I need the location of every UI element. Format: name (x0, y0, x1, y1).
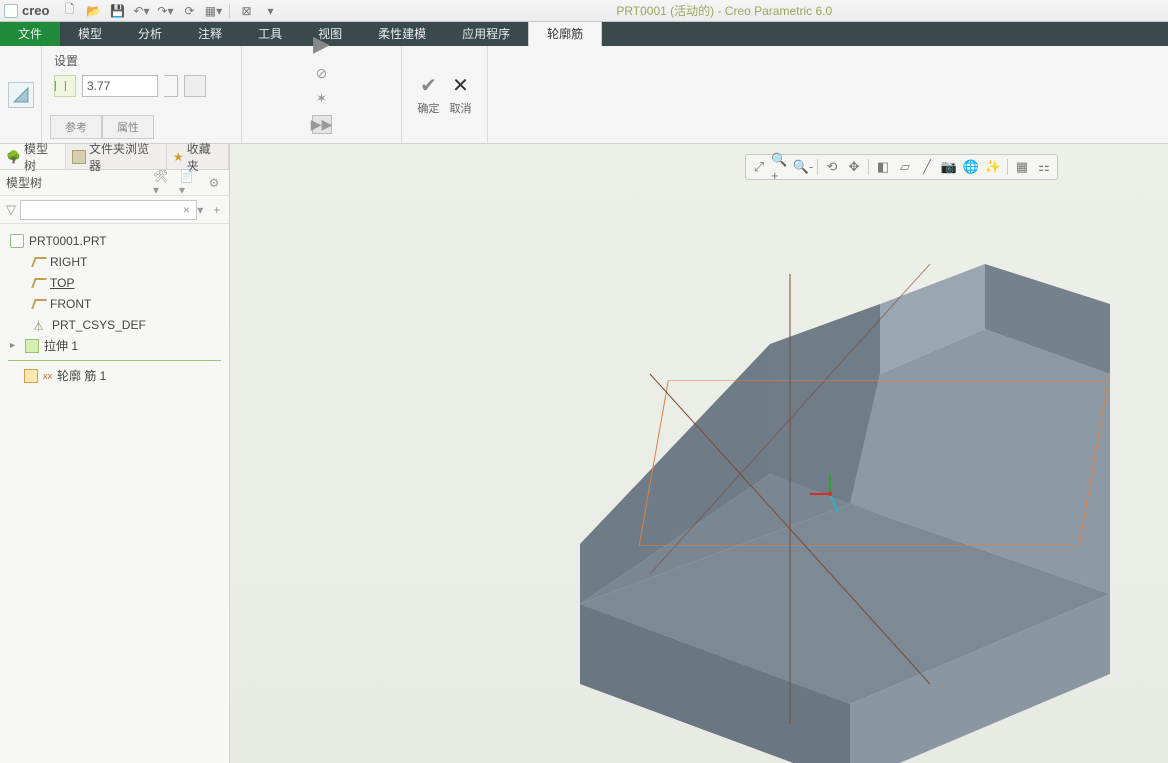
rg-preview: ▶ ⊘ ✶ ▶▶ 👓 (242, 46, 402, 143)
thickness-spinner[interactable] (164, 75, 178, 97)
tree-root[interactable]: PRT0001.PRT (0, 230, 229, 251)
menu-flex[interactable]: 柔性建模 (360, 22, 444, 46)
menu-view[interactable]: 视图 (300, 22, 360, 46)
tree-header: 模型树 🛠▾ 📄▾ ⚙ (0, 170, 229, 196)
plane-icon (31, 257, 47, 267)
model-tree: PRT0001.PRT RIGHT TOP FRONT ⏃ PRT_CSYS_D… (0, 224, 229, 392)
filter-dropdown-icon[interactable]: ▾ (194, 203, 206, 217)
regenerate-icon[interactable]: ⟳ (179, 2, 199, 20)
menu-apps[interactable]: 应用程序 (444, 22, 528, 46)
save-icon[interactable]: 💾 (107, 2, 127, 20)
tree-plane-right[interactable]: RIGHT (0, 251, 229, 272)
tree-extrude[interactable]: ▸ 拉伸 1 (0, 335, 229, 356)
ribbon: 设置 ⎸⎸ 参考 属性 ▶ ⊘ ✶ ▶▶ 👓 ✔ 确定 ✕ 取消 (0, 46, 1168, 144)
rg-confirm: ✔ 确定 ✕ 取消 (402, 46, 488, 143)
plane-front-label: FRONT (50, 297, 91, 311)
settings-label: 设置 (54, 52, 233, 69)
star-icon: ★ (173, 150, 184, 164)
csys-icon: ⏃ (33, 318, 47, 332)
tree-show-icon[interactable]: 📄▾ (179, 174, 197, 192)
thickness-icon[interactable]: ⎸⎸ (54, 75, 76, 97)
subtab-references[interactable]: 参考 (50, 115, 102, 139)
rg-settings: 设置 ⎸⎸ 参考 属性 (42, 46, 242, 143)
check-icon: ✔ (420, 73, 437, 98)
menu-tools[interactable]: 工具 (240, 22, 300, 46)
rib-label: 轮廓 筋 1 (57, 367, 106, 384)
tree-title: 模型树 (6, 174, 145, 191)
cancel-button[interactable]: ✕ 取消 (450, 73, 472, 116)
cancel-label: 取消 (450, 100, 472, 116)
open-file-icon[interactable]: 📂 (83, 2, 103, 20)
flip-icon[interactable] (184, 75, 206, 97)
filter-add-icon[interactable]: + (211, 203, 223, 217)
window-title: PRT0001 (活动的) - Creo Parametric 6.0 (284, 2, 1164, 19)
folder-icon (72, 150, 86, 164)
sidetab-label-1: 文件夹浏览器 (89, 140, 160, 174)
plane-icon (31, 278, 47, 288)
tree-plane-top[interactable]: TOP (0, 272, 229, 293)
extrude-icon (25, 339, 39, 353)
sidetab-folder-browser[interactable]: 文件夹浏览器 (66, 144, 167, 169)
ok-label: 确定 (418, 100, 440, 116)
tree-root-label: PRT0001.PRT (29, 234, 107, 248)
expand-icon[interactable]: ▸ (10, 340, 20, 351)
close-window-icon[interactable]: ⊠ (236, 2, 256, 20)
filter-row: ▽ × ▾ + (0, 196, 229, 224)
tree-insert-marker (8, 360, 221, 361)
tree-icon: 🌳 (6, 150, 21, 164)
filter-icon[interactable]: ▽ (6, 202, 16, 218)
tree-rib[interactable]: xx 轮廓 筋 1 (0, 365, 229, 386)
menu-rib-profile[interactable]: 轮廓筋 (528, 22, 602, 46)
tree-settings-icon[interactable]: ⚙ (205, 174, 223, 192)
plane-right-label: RIGHT (50, 255, 87, 269)
subtab-properties[interactable]: 属性 (102, 115, 154, 139)
menu-analysis[interactable]: 分析 (120, 22, 180, 46)
qa-separator (229, 4, 230, 18)
plane-icon (31, 299, 47, 309)
tree-plane-front[interactable]: FRONT (0, 293, 229, 314)
sidetab-favorites[interactable]: ★ 收藏夹 (167, 144, 229, 169)
undo-icon[interactable]: ↶▾ (131, 2, 151, 20)
x-icon: ✕ (452, 73, 469, 98)
model-3d (230, 144, 1168, 763)
plane-top-label: TOP (50, 276, 74, 290)
csys-label: PRT_CSYS_DEF (52, 318, 146, 332)
feature-preview-icon[interactable]: ▶▶ (312, 115, 332, 134)
clear-filter-icon[interactable]: × (183, 203, 190, 217)
canvas-3d-view[interactable]: ⤢ 🔍+ 🔍- ⟲ ✥ ◧ ▱ ╱ 📷 🌐 ✨ ▦ ⚏ (230, 144, 1168, 763)
title-bar: creo 🗋 📂 💾 ↶▾ ↷▾ ⟳ ▦▾ ⊠ ▾ PRT0001 (活动的) … (0, 0, 1168, 22)
play-icon[interactable]: ▶ (313, 31, 330, 57)
extrude-label: 拉伸 1 (44, 337, 78, 354)
workspace: 🌳 模型树 文件夹浏览器 ★ 收藏夹 模型树 🛠▾ 📄▾ ⚙ ▽ × ▾ + (0, 144, 1168, 763)
sidetab-model-tree[interactable]: 🌳 模型树 (0, 144, 66, 169)
rib-feature-icon[interactable] (8, 82, 34, 108)
tree-csys[interactable]: ⏃ PRT_CSYS_DEF (0, 314, 229, 335)
sidebar-tabs: 🌳 模型树 文件夹浏览器 ★ 收藏夹 (0, 144, 229, 170)
app-icon (4, 4, 18, 18)
sidetab-label-0: 模型树 (24, 140, 59, 174)
filter-input[interactable] (20, 200, 197, 220)
csys-origin (828, 492, 832, 496)
windows-icon[interactable]: ▦▾ (203, 2, 223, 20)
new-file-icon[interactable]: 🗋 (59, 2, 79, 20)
menu-file[interactable]: 文件 (0, 22, 60, 46)
tree-tools-icon[interactable]: 🛠▾ (153, 174, 171, 192)
ok-button[interactable]: ✔ 确定 (418, 73, 440, 116)
redo-icon[interactable]: ↷▾ (155, 2, 175, 20)
brand-label: creo (22, 3, 49, 18)
verify-icon[interactable]: ✶ (312, 90, 332, 107)
menu-bar: 文件 模型 分析 注释 工具 视图 柔性建模 应用程序 轮廓筋 (0, 22, 1168, 46)
no-preview-icon[interactable]: ⊘ (312, 65, 332, 82)
rib-icon (24, 369, 38, 383)
menu-annotate[interactable]: 注释 (180, 22, 240, 46)
qa-dropdown-icon[interactable]: ▾ (260, 2, 280, 20)
thickness-input[interactable] (82, 75, 158, 97)
rg-feature-icon (0, 46, 42, 143)
menu-model[interactable]: 模型 (60, 22, 120, 46)
sidebar: 🌳 模型树 文件夹浏览器 ★ 收藏夹 模型树 🛠▾ 📄▾ ⚙ ▽ × ▾ + (0, 144, 230, 763)
part-icon (10, 234, 24, 248)
